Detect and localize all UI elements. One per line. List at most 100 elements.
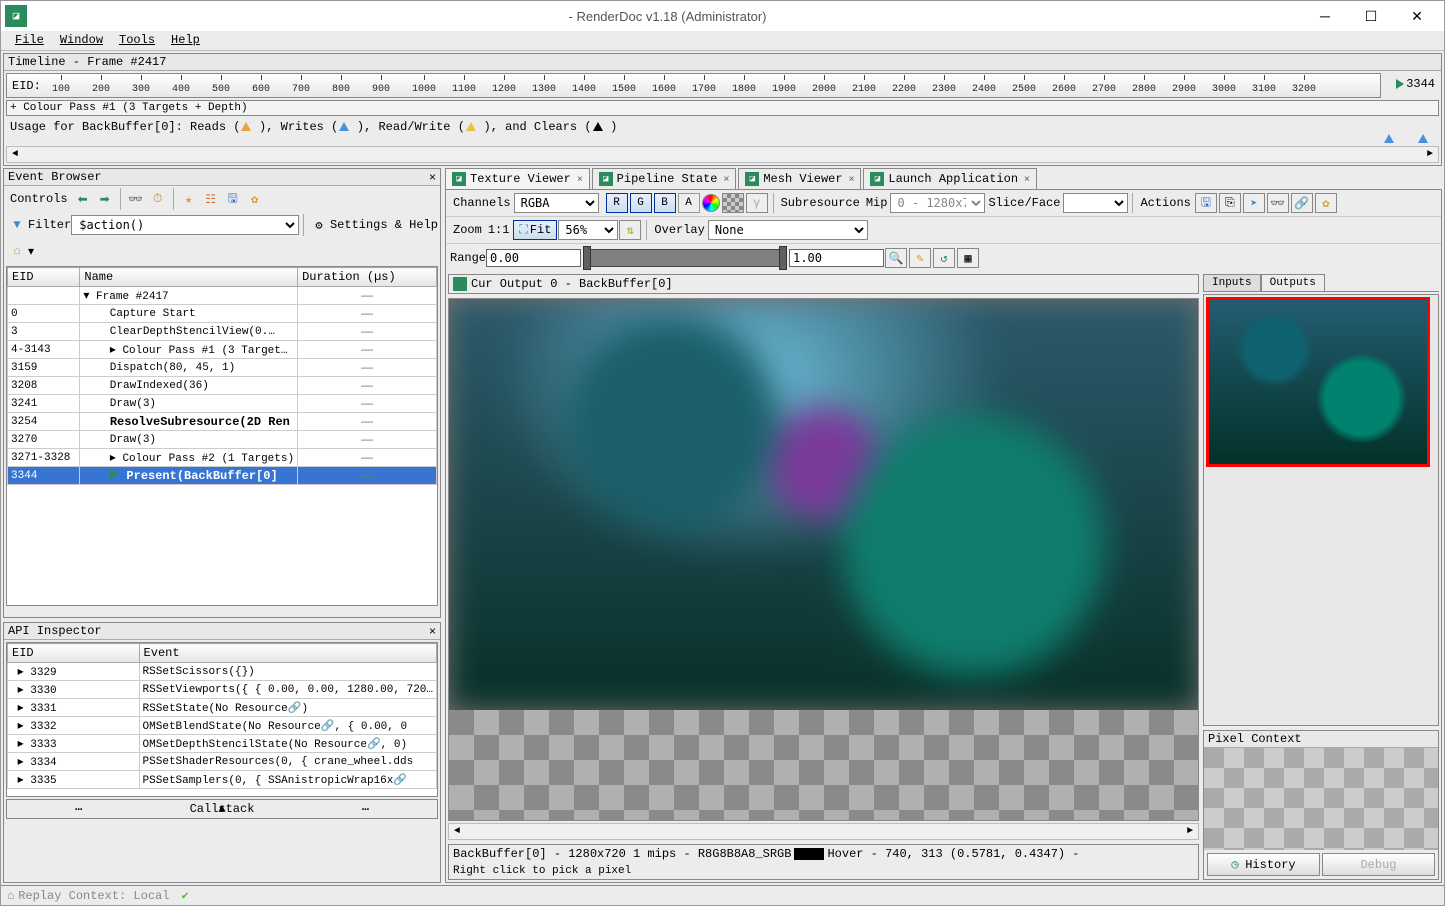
overlay-select[interactable]: None xyxy=(708,220,868,240)
settings-help-link[interactable]: Settings & Help xyxy=(330,218,438,232)
mip-select[interactable]: 0 - 1280x720 xyxy=(890,193,985,213)
table-row[interactable]: ▸ 3333OMSetDepthStencilState(No Resource… xyxy=(8,735,437,753)
gear-icon[interactable]: ✿ xyxy=(245,189,265,209)
close-button[interactable]: ✕ xyxy=(1394,1,1440,31)
binoculars-icon[interactable]: 👓 xyxy=(126,189,146,209)
zoom-range-icon[interactable]: 🔍 xyxy=(885,248,907,268)
callstack-bar[interactable]: ⋯▲Callstack⋯ xyxy=(6,799,438,819)
col-duration[interactable]: Duration (µs) xyxy=(298,268,437,287)
table-row[interactable]: ▸ 3329RSSetScissors({}) xyxy=(8,663,437,681)
goto-icon[interactable]: ➤ xyxy=(1243,193,1265,213)
link-icon[interactable]: 🔗 xyxy=(1291,193,1313,213)
menu-file[interactable]: File xyxy=(7,31,52,50)
plugin-icon[interactable]: ✿ xyxy=(1315,193,1337,213)
col-name[interactable]: Name xyxy=(80,268,298,287)
menu-help[interactable]: Help xyxy=(163,31,208,50)
tab-texture-viewer[interactable]: ◪Texture Viewer× xyxy=(445,168,590,189)
zoom-select[interactable]: 56% xyxy=(558,220,618,240)
next-arrow-icon[interactable]: ➡ xyxy=(95,189,115,209)
color-wheel-icon[interactable] xyxy=(702,194,720,212)
eid-label: EID: xyxy=(9,78,44,94)
fit-button[interactable]: ⛶Fit xyxy=(513,220,557,240)
ruler-tick: 600 xyxy=(252,84,270,95)
prev-arrow-icon[interactable]: ⬅ xyxy=(73,189,93,209)
table-row[interactable]: 3344 Present(BackBuffer[0]— xyxy=(8,467,437,485)
pick-hint: Right click to pick a pixel xyxy=(448,863,1199,880)
gamma-icon[interactable]: γ xyxy=(746,193,768,213)
menu-tools[interactable]: Tools xyxy=(111,31,163,50)
table-row[interactable]: ▸ 3330RSSetViewports({ { 0.00, 0.00, 128… xyxy=(8,681,437,699)
range-max-input[interactable] xyxy=(789,249,884,267)
tab-mesh-viewer[interactable]: ◪Mesh Viewer× xyxy=(738,168,861,189)
channel-b[interactable]: B xyxy=(654,193,676,213)
flip-icon[interactable]: ⇅ xyxy=(619,220,641,240)
output-thumbnail[interactable] xyxy=(1206,297,1430,467)
checker-icon[interactable] xyxy=(722,193,744,213)
tab-pipeline-state[interactable]: ◪Pipeline State× xyxy=(592,168,737,189)
save-icon[interactable]: 🖫 xyxy=(1195,193,1217,213)
debug-button[interactable]: Debug xyxy=(1322,853,1435,876)
filter-input[interactable]: $action() xyxy=(71,215,299,235)
texture-view[interactable] xyxy=(448,298,1199,821)
table-row[interactable]: 3271-3328 ▸ Colour Pass #2 (1 Targets)— xyxy=(8,449,437,467)
col-eid[interactable]: EID xyxy=(8,644,140,663)
channels-select[interactable]: RGBA xyxy=(514,193,599,213)
table-row[interactable]: ▸ 3332OMSetBlendState(No Resource🔗, { 0.… xyxy=(8,717,437,735)
range-slider[interactable] xyxy=(585,249,785,267)
table-row[interactable]: 4-3143 ▸ Colour Pass #1 (3 Target…— xyxy=(8,341,437,359)
home-icon[interactable]: ⌂ xyxy=(7,241,27,261)
current-output[interactable]: Cur Output 0 - BackBuffer[0] xyxy=(448,274,1199,294)
channel-r[interactable]: R xyxy=(606,193,628,213)
close-icon[interactable]: × xyxy=(724,174,730,185)
stopwatch-icon[interactable]: ⏱ xyxy=(148,189,168,209)
table-row[interactable]: 3254 ResolveSubresource(2D Ren— xyxy=(8,413,437,431)
reset-icon[interactable]: ↺ xyxy=(933,248,955,268)
bookmark-icon[interactable]: ★ xyxy=(179,189,199,209)
tab-launch-application[interactable]: ◪Launch Application× xyxy=(863,168,1036,189)
close-icon[interactable]: × xyxy=(429,624,436,638)
tab-outputs[interactable]: Outputs xyxy=(1261,274,1325,291)
timeline-final-eid[interactable]: 3344 xyxy=(1406,77,1435,91)
copy-icon[interactable]: ⎘ xyxy=(1219,193,1241,213)
zoom-1to1[interactable]: 1:1 xyxy=(485,223,513,237)
filter-icon[interactable]: ▼ xyxy=(7,215,27,235)
close-icon[interactable]: × xyxy=(577,174,583,185)
minimize-button[interactable]: ─ xyxy=(1302,1,1348,31)
table-row[interactable]: ▸ 3334PSSetShaderResources(0, { crane_wh… xyxy=(8,753,437,771)
close-icon[interactable]: × xyxy=(429,170,436,184)
texview-scrollbar[interactable]: ◄► xyxy=(448,823,1199,840)
table-row[interactable]: ▸ 3331RSSetState(No Resource🔗) xyxy=(8,699,437,717)
table-row[interactable]: 3159 Dispatch(80, 45, 1)— xyxy=(8,359,437,377)
ruler-tick: 200 xyxy=(92,84,110,95)
maximize-button[interactable]: ☐ xyxy=(1348,1,1394,31)
menu-window[interactable]: Window xyxy=(52,31,111,50)
tab-inputs[interactable]: Inputs xyxy=(1203,274,1261,291)
histogram-icon[interactable]: ▦ xyxy=(957,248,979,268)
range-min-input[interactable] xyxy=(486,249,581,267)
slice-select[interactable] xyxy=(1063,193,1128,213)
col-event[interactable]: Event xyxy=(139,644,436,663)
history-button[interactable]: ◷ History xyxy=(1207,853,1320,876)
channel-g[interactable]: G xyxy=(630,193,652,213)
timeline-ruler[interactable]: EID: 10020030040050060070080090010001100… xyxy=(6,73,1381,98)
timeline-scrollbar[interactable]: ◄► xyxy=(6,146,1439,163)
breadcrumb-dropdown[interactable]: ▾ xyxy=(28,244,34,258)
close-icon[interactable]: × xyxy=(1024,174,1030,185)
table-row[interactable]: 0 Capture Start— xyxy=(8,305,437,323)
table-row[interactable]: 3208 DrawIndexed(36)— xyxy=(8,377,437,395)
channel-a[interactable]: A xyxy=(678,193,700,213)
col-eid[interactable]: EID xyxy=(8,268,80,287)
table-row[interactable]: 3270 Draw(3)— xyxy=(8,431,437,449)
pixel-grid[interactable] xyxy=(1204,748,1438,850)
table-row[interactable]: ▸ 3335PSSetSamplers(0, { SSAnistropicWra… xyxy=(8,771,437,789)
timeline-pass[interactable]: + Colour Pass #1 (3 Targets + Depth) xyxy=(6,100,1439,116)
table-row[interactable]: ▾ Frame #2417— xyxy=(8,287,437,305)
settings-icon[interactable]: ⚙ xyxy=(309,215,329,235)
binoculars-icon[interactable]: 👓 xyxy=(1267,193,1289,213)
table-row[interactable]: 3 ClearDepthStencilView(0.…— xyxy=(8,323,437,341)
save-icon[interactable]: 🖫 xyxy=(223,189,243,209)
close-icon[interactable]: × xyxy=(849,174,855,185)
columns-icon[interactable]: ☷ xyxy=(201,189,221,209)
table-row[interactable]: 3241 Draw(3)— xyxy=(8,395,437,413)
wand-icon[interactable]: ✎ xyxy=(909,248,931,268)
